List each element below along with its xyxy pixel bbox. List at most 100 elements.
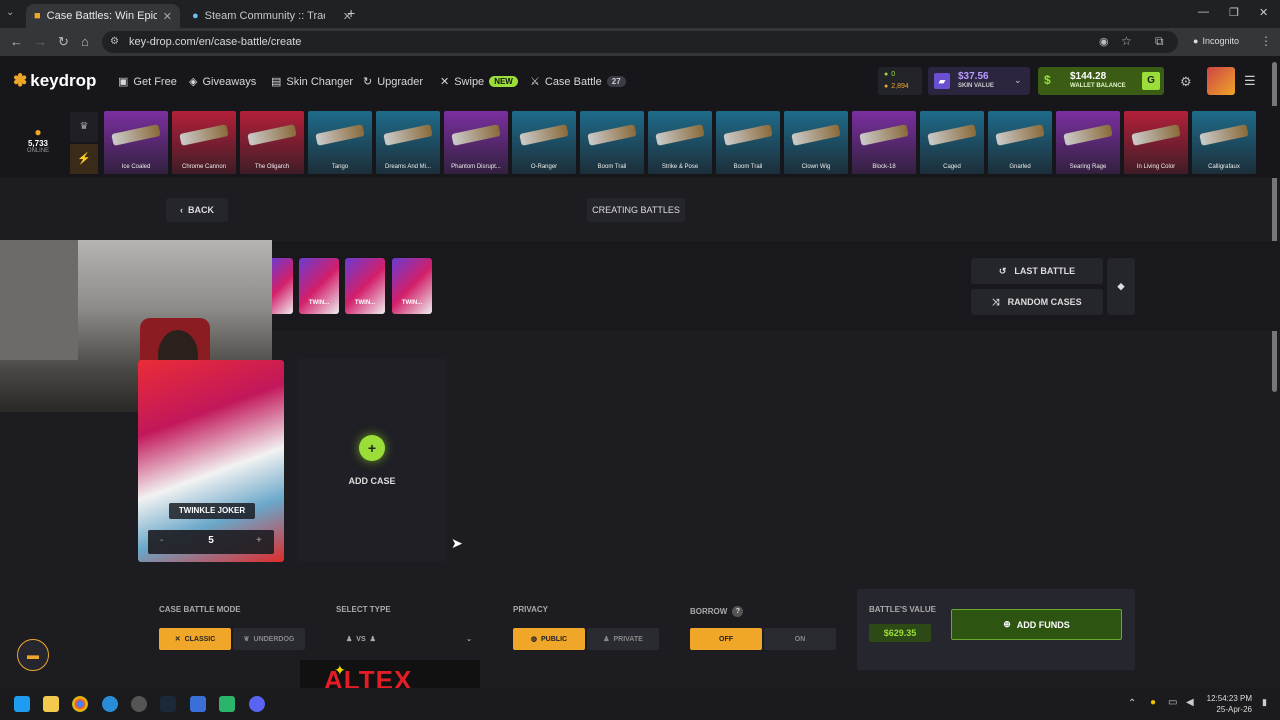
- hamburger-menu-icon[interactable]: ☰: [1244, 73, 1256, 89]
- currency-box[interactable]: ● 0 ● 2,894: [878, 67, 922, 95]
- privacy-public-button[interactable]: ◍ PUBLIC: [513, 628, 585, 650]
- avatar[interactable]: [1207, 67, 1235, 95]
- privacy-private-button[interactable]: ♟ PRIVATE: [587, 628, 659, 650]
- nav-get-free[interactable]: ▣ Get Free: [118, 75, 177, 89]
- case-thumb[interactable]: TWIN...: [299, 258, 339, 314]
- add-case-slot[interactable]: + ADD CASE: [298, 358, 446, 562]
- file-explorer-icon[interactable]: [43, 696, 59, 712]
- clear-cases-button[interactable]: ◆: [1107, 258, 1135, 315]
- eye-off-icon[interactable]: ◉: [1099, 35, 1109, 48]
- nav-label: Get Free: [133, 75, 177, 88]
- drop-item[interactable]: O-Ranger: [512, 111, 576, 174]
- chrome-icon[interactable]: [72, 696, 88, 712]
- borrow-off-button[interactable]: OFF: [690, 628, 762, 650]
- restore-icon[interactable]: ❐: [1229, 6, 1239, 19]
- chat-bubble-icon[interactable]: ▬: [17, 639, 49, 671]
- drop-item[interactable]: Phantom Disrupt...: [444, 111, 508, 174]
- app-icon[interactable]: [102, 696, 118, 712]
- gun-icon: ▰: [934, 73, 950, 89]
- browser-tab[interactable]: ● Steam Community :: Trade Offe ✕: [184, 4, 360, 28]
- type-select[interactable]: ♟ VS ♟ ⌄: [336, 628, 476, 650]
- new-tab-icon[interactable]: +: [347, 5, 355, 21]
- microphone-icon[interactable]: ●: [1150, 697, 1156, 708]
- webcam-window-shape: [0, 240, 78, 360]
- nav-skin-changer[interactable]: ▤ Skin Changer: [271, 75, 353, 89]
- extensions-icon[interactable]: ⧉: [1155, 34, 1164, 49]
- drop-item[interactable]: Strike & Pose: [648, 111, 712, 174]
- skin-value-label: SKIN VALUE: [958, 83, 994, 89]
- add-funds-button[interactable]: ⊕ ADD FUNDS: [951, 609, 1122, 640]
- skin-value-box[interactable]: ▰ $37.56 SKIN VALUE ⌄: [928, 67, 1030, 95]
- case-thumb[interactable]: TWIN...: [345, 258, 385, 314]
- quantity-stepper[interactable]: - 5 +: [148, 530, 274, 554]
- drop-item[interactable]: Block-18: [852, 111, 916, 174]
- decrease-button[interactable]: -: [160, 535, 163, 546]
- app-icon[interactable]: [219, 696, 235, 712]
- case-thumb[interactable]: [270, 258, 293, 314]
- home-icon[interactable]: ⌂: [81, 34, 89, 49]
- notifications-icon[interactable]: ▮: [1262, 697, 1267, 708]
- browser-tab-bar: ⌄ ■ Case Battles: Win Epic CS2 (CS:G ✕ ●…: [0, 0, 1280, 28]
- borrow-off-label: OFF: [719, 635, 733, 643]
- tray-chevron-icon[interactable]: ⌃: [1128, 698, 1136, 709]
- drop-item[interactable]: Ice Coaled: [104, 111, 168, 174]
- browser-tab-active[interactable]: ■ Case Battles: Win Epic CS2 (CS:G ✕: [26, 4, 180, 28]
- start-menu-icon[interactable]: [14, 696, 30, 712]
- settings-gear-icon[interactable]: ⚙: [1180, 74, 1192, 90]
- nav-giveaways[interactable]: ◈ Giveaways: [189, 75, 256, 89]
- nav-upgrader[interactable]: ↻ Upgrader: [363, 75, 423, 89]
- discord-icon[interactable]: [249, 696, 265, 712]
- forward-icon[interactable]: →: [34, 34, 47, 49]
- wallet-box[interactable]: $ $144.28 WALLET BALANCE G: [1038, 67, 1164, 95]
- drop-item[interactable]: Boom Trail: [580, 111, 644, 174]
- drop-item[interactable]: In Living Color: [1124, 111, 1188, 174]
- tab-list-icon[interactable]: ⌄: [6, 7, 14, 18]
- site-logo[interactable]: ✽ keydrop: [13, 71, 96, 91]
- drop-item[interactable]: Dreams And Mi...: [376, 111, 440, 174]
- drop-item[interactable]: Boom Trail: [716, 111, 780, 174]
- minimize-icon[interactable]: —: [1198, 6, 1209, 18]
- back-button[interactable]: ‹ BACK: [166, 198, 228, 222]
- deposit-icon[interactable]: G: [1142, 72, 1160, 90]
- incognito-indicator[interactable]: ● Incognito: [1193, 36, 1239, 46]
- case-thumb[interactable]: TWIN...: [392, 258, 432, 314]
- mode-underdog-button[interactable]: ❦ UNDERDOG: [233, 628, 305, 650]
- app-icon[interactable]: [131, 696, 147, 712]
- address-bar[interactable]: key-drop.com/en/case-battle/create: [102, 31, 1178, 53]
- nav-swipe[interactable]: ✕ Swipe NEW: [440, 75, 518, 88]
- mode-classic-button[interactable]: ✕ CLASSIC: [159, 628, 231, 650]
- help-icon[interactable]: ?: [732, 606, 744, 617]
- random-cases-button[interactable]: ⤨ RANDOM CASES: [971, 289, 1103, 315]
- network-icon[interactable]: ▭: [1168, 697, 1177, 708]
- drop-item[interactable]: Calligrafaux: [1192, 111, 1256, 174]
- drop-item[interactable]: Gnarled: [988, 111, 1052, 174]
- drop-item[interactable]: Searing Rage: [1056, 111, 1120, 174]
- bookmark-star-icon[interactable]: ☆: [1121, 34, 1132, 48]
- close-tab-icon[interactable]: ✕: [163, 10, 172, 23]
- app-icon[interactable]: [190, 696, 206, 712]
- drop-item[interactable]: Chrome Cannon: [172, 111, 236, 174]
- system-clock[interactable]: 12:54:23 PM 25-Apr-26: [1204, 693, 1252, 715]
- crown-icon[interactable]: ♛: [70, 112, 98, 142]
- steam-icon[interactable]: [160, 696, 176, 712]
- borrow-on-button[interactable]: ON: [764, 628, 836, 650]
- drop-name: Chrome Cannon: [181, 164, 227, 170]
- reload-icon[interactable]: ↻: [58, 34, 69, 50]
- volume-icon[interactable]: ◀: [1186, 697, 1194, 708]
- drop-item[interactable]: Tango: [308, 111, 372, 174]
- increase-button[interactable]: +: [256, 535, 262, 546]
- drop-name: Ice Coaled: [121, 164, 151, 170]
- last-battle-button[interactable]: ↺ LAST BATTLE: [971, 258, 1103, 284]
- nav-case-battle[interactable]: ⚔ Case Battle 27: [530, 75, 626, 88]
- online-label: ONLINE: [26, 148, 50, 154]
- close-window-icon[interactable]: ✕: [1259, 6, 1268, 19]
- back-icon[interactable]: ←: [10, 34, 23, 49]
- lightning-icon[interactable]: ⚡: [70, 144, 98, 174]
- skin-image: [995, 124, 1045, 146]
- drop-item[interactable]: Clown Wig: [784, 111, 848, 174]
- drop-item[interactable]: Caged: [920, 111, 984, 174]
- browser-menu-icon[interactable]: ⋮: [1260, 34, 1272, 48]
- site-info-icon[interactable]: ⚙: [110, 36, 119, 47]
- selected-case-card[interactable]: TWINKLE JOKER - 5 +: [138, 360, 284, 562]
- drop-item[interactable]: The Oligarch: [240, 111, 304, 174]
